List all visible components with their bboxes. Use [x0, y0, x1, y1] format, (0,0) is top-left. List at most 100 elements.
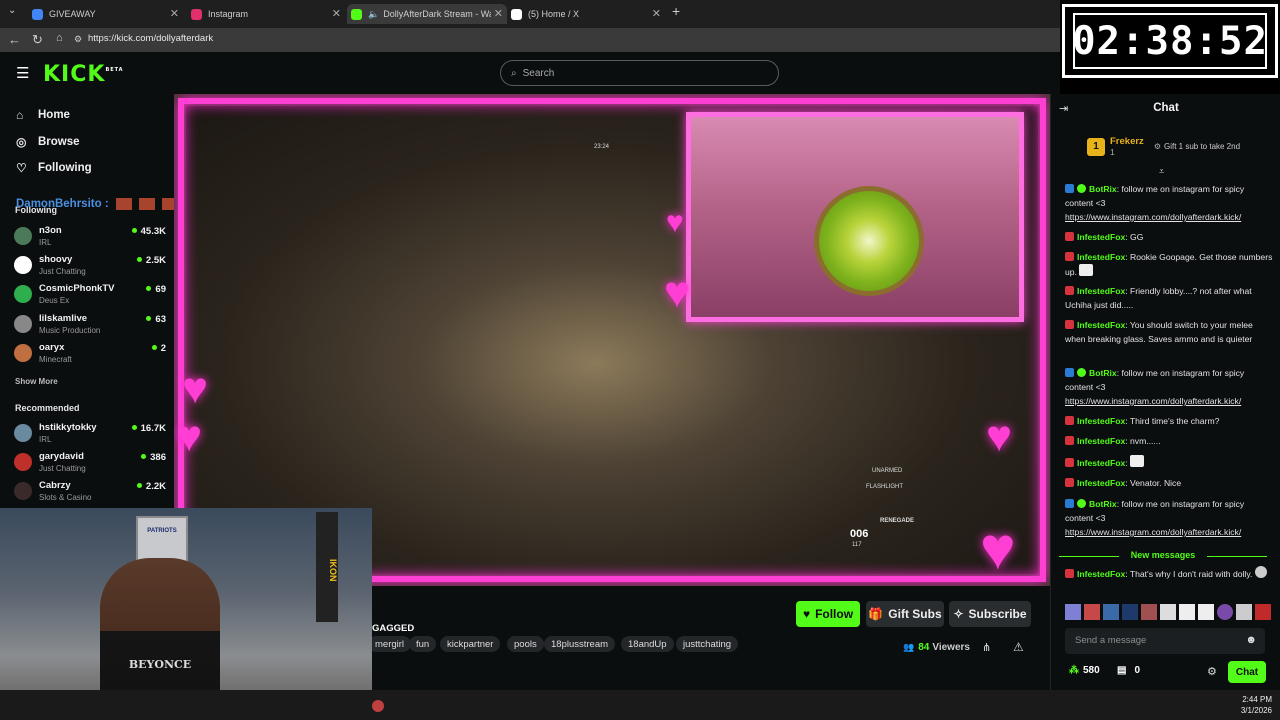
pinned-gift-leaderboard[interactable]: 1 Frekerz 1 ⚙ Gift 1 sub to take 2nd [1087, 136, 1240, 157]
emote-icon[interactable] [1160, 604, 1176, 620]
tab-label: GIVEAWAY [49, 9, 96, 19]
channel-garydavid[interactable]: garydavid Just Chatting 386 [14, 450, 166, 478]
url-input[interactable]: https://kick.com/dollyafterdark [88, 33, 213, 44]
avatar [14, 285, 32, 303]
search-input[interactable]: ⌕ Search [500, 60, 779, 86]
tab-dollyafterdark[interactable]: 🔈 DollyAfterDark Stream - Watc ✕ [347, 4, 507, 24]
share-icon[interactable]: ⋔ [982, 641, 991, 654]
logo-text: KICK [43, 62, 106, 87]
tag-chip[interactable]: fun [409, 636, 437, 652]
tag-chip[interactable]: justtchating [676, 636, 739, 652]
close-tab-icon[interactable]: ✕ [652, 7, 661, 20]
tab-x-home[interactable]: (5) Home / X ✕ [507, 4, 665, 24]
chat-username[interactable]: InfestedFox [1077, 232, 1125, 242]
channel-name: lilskamlive [39, 313, 88, 324]
system-clock[interactable]: 2:44 PM 3/1/2026 [1241, 694, 1272, 716]
chat-message-input[interactable]: Send a message ☻ [1065, 628, 1265, 654]
emote-icon[interactable] [1255, 604, 1271, 620]
chat-username[interactable]: InfestedFox [1077, 478, 1125, 488]
emote-icon[interactable] [1084, 604, 1100, 620]
emote-icon[interactable] [1103, 604, 1119, 620]
channel-points[interactable]: ⁂ 580 [1069, 665, 1100, 676]
reload-icon[interactable]: ↻ [32, 32, 43, 48]
star-icon: ✧ [953, 607, 964, 621]
channel-cabrzy[interactable]: Cabrzy Slots & Casino 2.2K [14, 479, 166, 507]
chat-message: InfestedFox: You should switch to your m… [1065, 320, 1253, 344]
emote-icon[interactable] [1198, 604, 1214, 620]
channel-n3on[interactable]: n3on IRL 45.3K [14, 224, 166, 252]
gift-subs-button[interactable]: 🎁 Gift Subs [866, 601, 944, 627]
channel-shoovy[interactable]: shoovy Just Chatting 2.5K [14, 253, 166, 281]
back-icon[interactable]: ← [8, 32, 21, 47]
subscribe-button[interactable]: ✧ Subscribe [949, 601, 1031, 627]
heart-icon: ♥ [182, 364, 209, 413]
gift-counter[interactable]: ▤ 0 [1117, 665, 1140, 676]
emote-icon[interactable] [1122, 604, 1138, 620]
chat-username[interactable]: InfestedFox [1077, 416, 1125, 426]
close-tab-icon[interactable]: ✕ [494, 7, 503, 20]
expand-chevron-icon[interactable]: ⩡ [1159, 166, 1164, 177]
channel-category: Just Chatting [39, 267, 86, 276]
channel-lilskamlive[interactable]: lilskamlive Music Production 63 [14, 312, 166, 340]
emote-icon[interactable] [1065, 604, 1081, 620]
channel-name: n3on [39, 225, 62, 236]
os-taskbar: 2:44 PM 3/1/2026 [0, 690, 1280, 720]
emoji-picker-icon[interactable]: ☻ [1245, 634, 1257, 646]
tab-instagram[interactable]: Instagram ✕ [187, 4, 345, 24]
heart-icon: ♥ [986, 412, 1013, 461]
tag-chip[interactable]: pools [507, 636, 544, 652]
close-tab-icon[interactable]: ✕ [170, 7, 179, 20]
kick-logo[interactable]: KICKBETA [43, 62, 124, 87]
nav-label: Browse [38, 136, 80, 148]
pinned-text: Gift 1 sub to take 2nd [1163, 142, 1241, 151]
chat-settings-icon[interactable]: ⚙ [1207, 665, 1217, 678]
sidebar-item-browse[interactable]: ◎ Browse [16, 135, 80, 149]
emote-icon [115, 198, 132, 210]
wall-sign: IKON [316, 512, 338, 622]
home-icon[interactable]: ⌂ [56, 32, 63, 44]
tag-chip[interactable]: mergirl [368, 636, 412, 652]
chat-username[interactable]: BotRix [1089, 499, 1117, 509]
speaker-icon[interactable]: 🔈 [368, 9, 379, 20]
site-info-icon[interactable]: ⚙ [74, 34, 82, 45]
chat-message: InfestedFox: Rookie Goopage. Get those n… [1065, 252, 1273, 277]
tab-list-chevron-icon[interactable]: ⌄ [8, 5, 16, 16]
chat-link[interactable]: https://www.instagram.com/dollyafterdark… [1065, 212, 1241, 222]
show-more-link[interactable]: Show More [15, 377, 58, 386]
chat-username[interactable]: BotRix [1089, 184, 1117, 194]
sidebar-item-home[interactable]: ⌂ Home [16, 108, 70, 122]
viewer-count: 63 [146, 314, 166, 325]
taskbar-app-icon[interactable] [372, 700, 384, 712]
emote-icon[interactable] [1141, 604, 1157, 620]
new-tab-icon[interactable]: + [672, 3, 680, 19]
tag-chip[interactable]: kickpartner [440, 636, 501, 652]
channel-hstikkytokky[interactable]: hstikkytokky IRL 16.7K [14, 421, 166, 449]
send-chat-button[interactable]: Chat [1228, 661, 1266, 683]
channel-name: shoovy [39, 254, 73, 265]
chat-message: BotRix: follow me on instagram for spicy… [1065, 184, 1245, 222]
tag-chip[interactable]: 18andUp [621, 636, 674, 652]
channel-oaryx[interactable]: oaryx Minecraft 2 [14, 341, 166, 369]
close-tab-icon[interactable]: ✕ [332, 7, 341, 20]
chat-username[interactable]: InfestedFox [1077, 252, 1125, 262]
chat-username[interactable]: InfestedFox [1077, 436, 1125, 446]
menu-icon[interactable]: ☰ [16, 64, 29, 82]
tag-chip[interactable]: 18plusstream [544, 636, 616, 652]
chat-username[interactable]: InfestedFox [1077, 286, 1125, 296]
tab-giveaway[interactable]: GIVEAWAY ✕ [28, 4, 183, 24]
chat-username[interactable]: InfestedFox [1077, 458, 1125, 468]
sidebar-item-following[interactable]: ♡ Following [16, 161, 92, 175]
channel-cosmicphonktv[interactable]: CosmicPhonkTV Deus Ex 69 [14, 282, 166, 310]
follow-button[interactable]: ♥ Follow [796, 601, 860, 627]
emote-icon[interactable] [1179, 604, 1195, 620]
chat-link[interactable]: https://www.instagram.com/dollyafterdark… [1065, 527, 1241, 537]
new-messages-divider[interactable]: New messages [1059, 550, 1267, 560]
chat-link[interactable]: https://www.instagram.com/dollyafterdark… [1065, 396, 1241, 406]
emote-icon[interactable] [1217, 604, 1233, 620]
chat-username[interactable]: BotRix [1089, 368, 1117, 378]
chat-username[interactable]: InfestedFox [1077, 569, 1125, 579]
chat-username[interactable]: InfestedFox [1077, 320, 1125, 330]
report-icon[interactable]: ⚠ [1013, 640, 1024, 654]
instagram-favicon-icon [191, 8, 202, 20]
emote-icon[interactable] [1236, 604, 1252, 620]
